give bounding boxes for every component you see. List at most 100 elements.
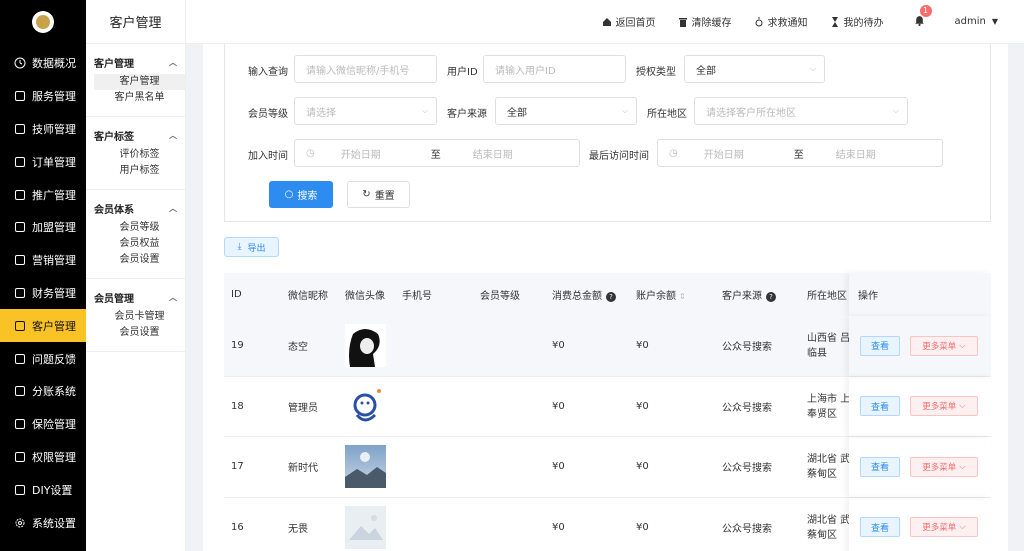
submenu-link[interactable]: 客户黑名单 [94, 90, 185, 106]
clear-cache-link[interactable]: 清除缓存 [678, 14, 732, 29]
query-input[interactable]: 请输入微信昵称/手机号 [294, 55, 437, 83]
sidebar-item-14[interactable]: 系统设置 [0, 506, 86, 539]
sidebar-item-2[interactable]: 技师管理 [0, 113, 86, 146]
auth-select[interactable]: 全部 ⌵ [684, 55, 825, 83]
submenu-link[interactable]: 会员等级 [94, 220, 185, 236]
chevron-down-icon: ⌵ [959, 461, 966, 472]
export-button[interactable]: ⤓ 导出 [224, 237, 279, 257]
region-label: 所在地区 [647, 109, 687, 120]
col-source-label: 客户来源 [722, 291, 762, 302]
level-select[interactable]: 请选择 ⌵ [294, 97, 437, 125]
cell-region: 湖北省 武蔡甸区 [807, 452, 849, 482]
submenu-group: 客户标签 ︿ 评价标签 用户标签 [86, 117, 185, 190]
view-button[interactable]: 查看 [860, 456, 900, 477]
alarm-icon [754, 16, 764, 27]
sub-sidebar: 客户管理 客户管理 ︿ 客户管理 客户黑名单 客户标签 ︿ 评价标签 用户标签 会员体系 ︿ 会员等… [86, 0, 186, 551]
cell-balance: ¥0 [636, 461, 649, 473]
region-select[interactable]: 请选择客户所在地区 ⌵ [694, 97, 908, 125]
level-placeholder: 请选择 [306, 107, 336, 119]
submenu-link[interactable]: 会员卡管理 [94, 309, 185, 325]
cell-nickname: 新时代 [288, 463, 318, 475]
col-source: 客户来源? [722, 287, 776, 302]
sidebar-item-6[interactable]: 营销管理 [0, 244, 86, 277]
table-header: ID 微信昵称 微信头像 手机号 会员等级 消费总金额? 账户余额 ⇕ 客户来源?… [224, 273, 991, 316]
cell-region-line1: 湖北省 武 [807, 454, 849, 465]
submenu-link[interactable]: 用户标签 [94, 163, 185, 179]
sidebar-item-7[interactable]: 财务管理 [0, 277, 86, 310]
visit-date-range[interactable]: ◷ 开始日期 至 结束日期 [657, 139, 943, 167]
userid-input[interactable]: 请输入用户ID [483, 55, 626, 83]
sidebar-item-3[interactable]: 订单管理 [0, 145, 86, 178]
sidebar-item-0[interactable]: 数据概况 [0, 47, 86, 80]
username: admin [954, 16, 986, 27]
submenu-link[interactable]: 会员设置 [94, 252, 185, 268]
col-avatar: 微信头像 [345, 291, 385, 302]
rescue-link[interactable]: 求救通知 [754, 14, 808, 29]
submenu-group: 会员体系 ︿ 会员等级 会员权益 会员设置 [86, 190, 185, 279]
sidebar-item-label: 订单管理 [32, 155, 76, 169]
chevron-up-icon: ︿ [169, 57, 177, 67]
main-content: 输入查询 请输入微信昵称/手机号 用户ID 请输入用户ID 授权类型 全部 ⌵ 会… [203, 44, 1008, 551]
notification-bell[interactable]: 1 [914, 4, 932, 29]
user-menu[interactable]: admin ▼ [955, 16, 999, 27]
cell-source: 公众号搜索 [722, 342, 772, 354]
submenu-group-title: 会员体系 [94, 204, 134, 216]
chevron-down-icon: ⌵ [959, 401, 966, 412]
calendar-icon: ◷ [669, 147, 678, 159]
view-button[interactable]: 查看 [860, 335, 900, 356]
col-balance[interactable]: 账户余额 ⇕ [636, 287, 686, 302]
question-icon: ? [766, 292, 776, 302]
chevron-down-icon: ▼ [991, 17, 998, 26]
filter-panel: 输入查询 请输入微信昵称/手机号 用户ID 请输入用户ID 授权类型 全部 ⌵ 会… [224, 44, 991, 222]
search-button[interactable]: ○ 搜索 [269, 181, 333, 208]
auth-value: 全部 [696, 65, 716, 77]
cell-total: ¥0 [552, 461, 565, 473]
more-menu-button[interactable]: 更多菜单 ⌵ [910, 517, 978, 538]
franchise-icon [14, 221, 26, 233]
sidebar-item-13[interactable]: DIY设置 [0, 473, 86, 506]
join-end: 结束日期 [472, 149, 513, 161]
sidebar-item-9[interactable]: 问题反馈 [0, 342, 86, 375]
chevron-down-icon: ⌵ [959, 522, 966, 533]
reset-button[interactable]: ↻ 重置 [347, 181, 410, 208]
sidebar-item-5[interactable]: 加盟管理 [0, 211, 86, 244]
question-icon: ? [606, 292, 616, 302]
submenu-link[interactable]: 评价标签 [94, 147, 185, 163]
home-link[interactable]: 返回首页 [602, 14, 656, 29]
submenu-link[interactable]: 会员设置 [94, 325, 185, 341]
more-menu-button[interactable]: 更多菜单 ⌵ [910, 335, 978, 356]
permission-icon [14, 451, 26, 463]
table-row: 17 新时代 ¥0 ¥0 公众号搜索 湖北省 武蔡甸区 查看 更多菜单 ⌵ [224, 437, 991, 498]
sidebar-item-4[interactable]: 推广管理 [0, 178, 86, 211]
submenu-group-head[interactable]: 会员体系 ︿ [86, 196, 185, 220]
submenu-group-head[interactable]: 客户管理 ︿ [86, 50, 185, 74]
order-icon [14, 156, 26, 168]
join-date-range[interactable]: ◷ 开始日期 至 结束日期 [294, 139, 580, 167]
sidebar-item-1[interactable]: 服务管理 [0, 80, 86, 113]
sidebar-item-label: 推广管理 [32, 188, 76, 202]
cell-region-line2: 蔡甸区 [807, 529, 837, 541]
sidebar-item-10[interactable]: 分账系统 [0, 375, 86, 408]
more-menu-button[interactable]: 更多菜单 ⌵ [910, 456, 978, 477]
join-label: 加入时间 [248, 151, 288, 162]
visit-to: 至 [793, 149, 804, 161]
submenu-link[interactable]: 会员权益 [94, 236, 185, 252]
sidebar-item-11[interactable]: 保险管理 [0, 408, 86, 441]
refresh-icon: ↻ [362, 189, 371, 200]
more-menu-button[interactable]: 更多菜单 ⌵ [910, 396, 978, 417]
submenu-link[interactable]: 客户管理 [94, 74, 185, 90]
source-label: 客户来源 [447, 109, 487, 120]
search-label: 搜索 [297, 191, 318, 202]
cell-source: 公众号搜索 [722, 402, 772, 414]
sort-icon[interactable]: ⇕ [679, 292, 686, 301]
submenu-group-head[interactable]: 客户标签 ︿ [86, 123, 185, 147]
view-button[interactable]: 查看 [860, 517, 900, 538]
source-select[interactable]: 全部 ⌵ [495, 97, 637, 125]
sidebar-item-8[interactable]: 客户管理 [0, 309, 86, 343]
chevron-up-icon: ︿ [169, 130, 177, 140]
submenu-group-head[interactable]: 会员管理 ︿ [86, 285, 185, 309]
level-label: 会员等级 [248, 109, 288, 120]
todo-link[interactable]: 我的待办 [830, 14, 884, 29]
view-button[interactable]: 查看 [860, 396, 900, 417]
sidebar-item-12[interactable]: 权限管理 [0, 441, 86, 474]
